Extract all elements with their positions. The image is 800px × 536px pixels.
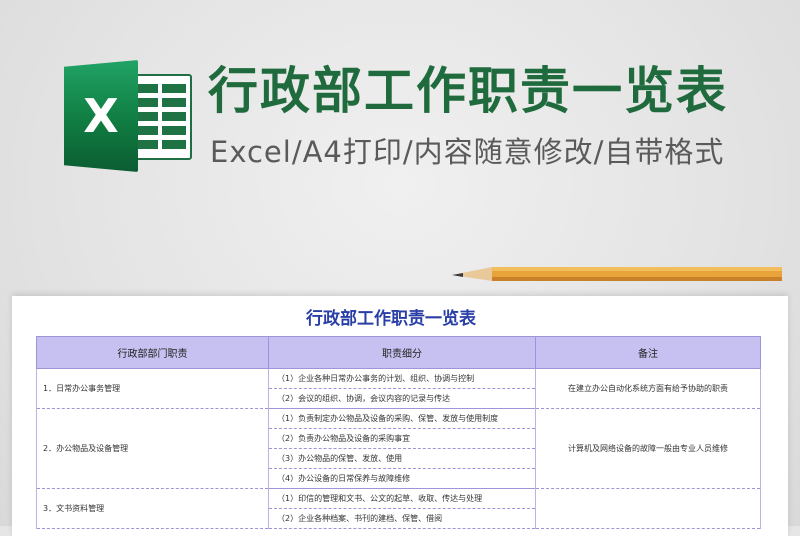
dept-cell: 2．办公物品及设备管理 bbox=[36, 408, 269, 489]
duty-item-cell: （1）印信的管理和文书、公文的起草、收取、传达与处理 bbox=[268, 488, 536, 509]
dept-cell: 1．日常办公事务管理 bbox=[36, 368, 269, 409]
excel-logo-letter: X bbox=[83, 89, 119, 143]
duty-item-cell: （3）办公物品的保管、发放、使用 bbox=[268, 448, 536, 469]
header-dept-duties: 行政部部门职责 bbox=[36, 336, 269, 369]
header-remarks: 备注 bbox=[535, 336, 761, 369]
table-row: 3．文书资料管理 （1）印信的管理和文书、公文的起草、收取、传达与处理 bbox=[36, 488, 761, 529]
dept-cell: 3．文书资料管理 bbox=[36, 488, 269, 529]
header-duty-details: 职责细分 bbox=[268, 336, 536, 369]
pencil-icon bbox=[452, 267, 782, 281]
duty-item-cell: （1）负责制定办公物品及设备的采购、保管、发放与使用制度 bbox=[268, 408, 536, 429]
table-header-row: 行政部部门职责 职责细分 备注 bbox=[36, 336, 761, 369]
duties-table: 行政部部门职责 职责细分 备注 1．日常办公事务管理 （1）企业各种日常办公事务… bbox=[36, 336, 761, 529]
duty-item-cell: （2）会议的组织、协调，会议内容的记录与传达 bbox=[268, 388, 536, 409]
excel-logo-icon: X bbox=[64, 60, 194, 172]
duty-item-cell: （1）企业各种日常办公事务的计划、组织、协调与控制 bbox=[268, 368, 536, 389]
sheet-title: 行政部工作职责一览表 bbox=[306, 309, 476, 329]
banner-title: 行政部工作职责一览表 bbox=[208, 62, 728, 120]
note-cell: 在建立办公自动化系统方面有给予协助的职责 bbox=[535, 368, 761, 409]
table-row: 2．办公物品及设备管理 （1）负责制定办公物品及设备的采购、保管、发放与使用制度… bbox=[36, 408, 761, 489]
note-cell: 计算机及网络设备的故障一般由专业人员维修 bbox=[535, 408, 761, 489]
note-cell bbox=[535, 488, 761, 529]
banner-subtitle: Excel/A4打印/内容随意修改/自带格式 bbox=[210, 135, 725, 169]
excel-book: X bbox=[64, 60, 138, 172]
duty-item-cell: （2）负责办公物品及设备的采购事宜 bbox=[268, 428, 536, 449]
table-row: 1．日常办公事务管理 （1）企业各种日常办公事务的计划、组织、协调与控制 在建立… bbox=[36, 368, 761, 409]
duty-item-cell: （4）办公设备的日常保养与故障维修 bbox=[268, 468, 536, 489]
